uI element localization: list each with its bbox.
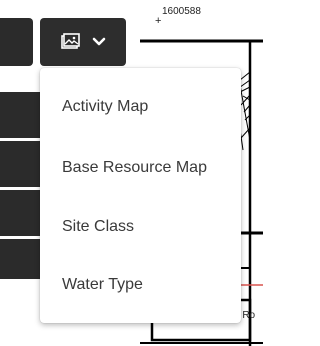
map-icon — [60, 33, 80, 51]
side-panel-row-3[interactable] — [0, 190, 40, 236]
side-panel-row-1[interactable] — [0, 92, 40, 138]
crosshair-marker: + — [155, 15, 162, 27]
menu-item-water-type[interactable]: Water Type — [62, 276, 143, 294]
side-panel-row-2[interactable] — [0, 141, 40, 187]
basemap-selector-button[interactable] — [40, 18, 126, 66]
menu-item-site-class[interactable]: Site Class — [62, 218, 134, 236]
map-coordinate-label: 1600588 — [162, 6, 201, 17]
chevron-down-icon — [92, 37, 106, 47]
toolbar-button-left[interactable] — [0, 18, 33, 66]
menu-item-base-resource-map[interactable]: Base Resource Map — [62, 159, 207, 177]
side-panel-row-4[interactable] — [0, 239, 40, 279]
menu-item-activity-map[interactable]: Activity Map — [62, 98, 148, 116]
basemap-dropdown-menu: Activity Map Base Resource Map Site Clas… — [40, 68, 241, 323]
